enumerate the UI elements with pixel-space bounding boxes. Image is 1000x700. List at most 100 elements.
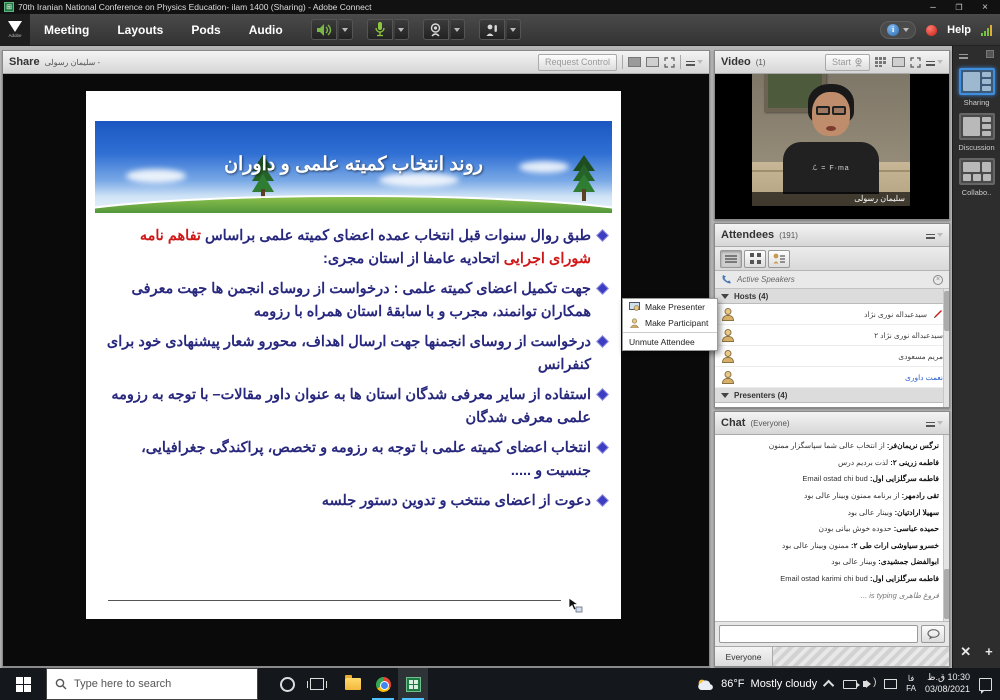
active-speakers-close-icon[interactable]: × (933, 274, 943, 285)
speaker-button-group (310, 19, 353, 40)
chat-message: سهیلا ارادتیان وبینار عالی بود (721, 508, 939, 518)
collaboration-layout-thumbnail (958, 158, 995, 185)
adobe-connect-taskbar-button[interactable] (398, 668, 428, 700)
layout-panel-icon[interactable] (986, 50, 994, 58)
action-center-icon[interactable] (979, 677, 992, 694)
slide-bullet: طبق روال سنوات قبل انتخاب عمده اعضای کمی… (100, 225, 607, 271)
attendee-row[interactable]: سیدعبداله نوری نژاد ۲ (715, 325, 949, 346)
webcam-button[interactable] (422, 19, 449, 40)
start-button[interactable] (0, 668, 46, 700)
grid-view-icon[interactable] (875, 57, 887, 67)
menu-item-make-presenter[interactable]: Make Presenter (623, 299, 717, 315)
close-button[interactable]: × (974, 2, 996, 13)
menu-audio[interactable]: Audio (235, 14, 297, 46)
start-webcam-button[interactable]: Start (824, 53, 870, 71)
layout-menu-icon[interactable] (959, 50, 968, 58)
presenter-icon (629, 302, 640, 311)
share-pod-menu-icon[interactable] (686, 60, 703, 64)
fullscreen-icon[interactable] (664, 56, 675, 68)
host-avatar-icon (721, 307, 734, 321)
chat-pod-menu-icon[interactable] (926, 421, 943, 425)
weather-widget[interactable]: 86°F Mostly cloudy (697, 678, 817, 691)
typing-indicator: فروغ طاهری is typing ... (860, 590, 939, 600)
slide-bullet: دعوت از اعضای منتخب و تدوین دستور جلسه (100, 490, 607, 513)
language-indicator[interactable]: فا FA (906, 674, 916, 693)
weather-desc: Mostly cloudy (750, 678, 818, 690)
tray-volume-icon[interactable] (863, 677, 877, 688)
mic-button[interactable] (366, 19, 393, 40)
active-speaker-phone-icon (722, 275, 731, 284)
slide-bullet: جهت تکمیل اعضای کمیته علمی : درخواست از … (100, 278, 607, 324)
mic-dropdown[interactable] (394, 19, 409, 40)
status-view-button[interactable] (768, 249, 790, 268)
attendees-list: Hosts (4) سیدعبداله نوری نژاد سیدعبداله … (715, 289, 949, 407)
cortana-button[interactable] (272, 668, 302, 700)
slide-bullets: طبق روال سنوات قبل انتخاب عمده اعضای کمی… (100, 225, 607, 520)
menu-meeting[interactable]: Meeting (30, 14, 103, 46)
speaker-button[interactable] (310, 19, 337, 40)
chat-scrollbar[interactable] (943, 435, 949, 621)
attendee-row[interactable]: مریم مسعودی (715, 346, 949, 367)
help-menu[interactable]: Help (947, 24, 971, 36)
attendees-pod-title: Attendees (721, 229, 775, 241)
discussion-layout-thumbnail (958, 113, 995, 140)
view-mode-icon[interactable] (628, 57, 641, 67)
menu-item-unmute-attendee[interactable]: Unmute Attendee (623, 334, 717, 350)
list-view-button[interactable] (720, 249, 742, 268)
presenters-section-header[interactable]: Presenters (4) (715, 388, 949, 403)
chat-input[interactable] (719, 625, 918, 643)
attendee-row[interactable]: سیدعبداله نوری نژاد (715, 304, 949, 325)
webcam-button-group (422, 19, 465, 40)
slide-bullet: استفاده از سایر معرفی شدگان استان ها به … (100, 384, 607, 430)
maximize-button[interactable]: ❐ (948, 3, 970, 12)
chrome-icon (375, 676, 391, 692)
attendee-row[interactable] (715, 403, 949, 407)
raise-hand-dropdown[interactable] (506, 19, 521, 40)
menu-pods[interactable]: Pods (177, 14, 234, 46)
file-explorer-button[interactable] (338, 668, 368, 700)
hosts-section-header[interactable]: Hosts (4) (715, 289, 949, 304)
menu-item-make-participant[interactable]: Make Participant (623, 315, 717, 331)
add-pod-icon[interactable]: + (985, 644, 993, 660)
slide-divider-line (108, 600, 561, 601)
attendee-row-selected[interactable]: نعمت داوری (715, 367, 949, 388)
chat-message: خسرو سیاوشی ارات طی ۲ ممنون وبینار عالی … (721, 541, 939, 551)
view-mode-alt-icon[interactable] (646, 57, 659, 67)
speaker-dropdown[interactable] (338, 19, 353, 40)
close-pod-icon[interactable]: ✕ (960, 644, 971, 660)
menu-layouts[interactable]: Layouts (103, 14, 177, 46)
request-control-button[interactable]: Request Control (537, 53, 617, 71)
layout-discussion[interactable]: Discussion (953, 113, 1000, 152)
webcam-dropdown[interactable] (450, 19, 465, 40)
layout-collaboration[interactable]: Collabo.. (953, 158, 1000, 197)
sharing-layout-thumbnail (958, 68, 995, 95)
attendees-scrollbar[interactable] (943, 289, 949, 407)
chat-tab-everyone[interactable]: Everyone (715, 647, 773, 666)
system-tray: 86°F Mostly cloudy فا FA 10:30 ق.ظ 03/08… (697, 668, 1000, 700)
raise-hand-button[interactable] (478, 19, 505, 40)
share-stage: روند انتخاب کمیته علمی و داوران طبق روال… (3, 74, 709, 666)
video-fullscreen-icon[interactable] (910, 56, 921, 68)
breakout-view-button[interactable] (744, 249, 766, 268)
taskbar-search[interactable]: Type here to search (46, 668, 258, 700)
chrome-button[interactable] (368, 668, 398, 700)
minimize-button[interactable]: – (922, 2, 944, 13)
attendees-pod-menu-icon[interactable] (926, 233, 943, 237)
adobe-logo[interactable]: Adobe (0, 13, 30, 46)
send-message-button[interactable] (921, 625, 945, 643)
clock[interactable]: 10:30 ق.ظ 03/08/2021 (925, 672, 970, 695)
video-pod-menu-icon[interactable] (926, 60, 943, 64)
tray-camera-icon[interactable] (843, 679, 861, 689)
video-pod-header: Video (1) Start (715, 51, 949, 74)
tray-network-icon[interactable] (884, 679, 898, 689)
task-view-button[interactable] (302, 668, 332, 700)
video-pod-title: Video (721, 56, 751, 68)
layout-sharing[interactable]: Sharing (953, 68, 1000, 107)
chat-pod: Chat (Everyone) نرگس نریمان‌فر از انتخاب… (714, 411, 950, 667)
connection-info-button[interactable]: i (880, 21, 917, 39)
filmstrip-view-icon[interactable] (892, 57, 905, 67)
adobe-connect-icon: ⊞ (4, 2, 14, 12)
microphone-icon (375, 22, 385, 37)
chat-pod-title: Chat (721, 417, 746, 429)
tray-expand-icon[interactable] (823, 679, 835, 692)
